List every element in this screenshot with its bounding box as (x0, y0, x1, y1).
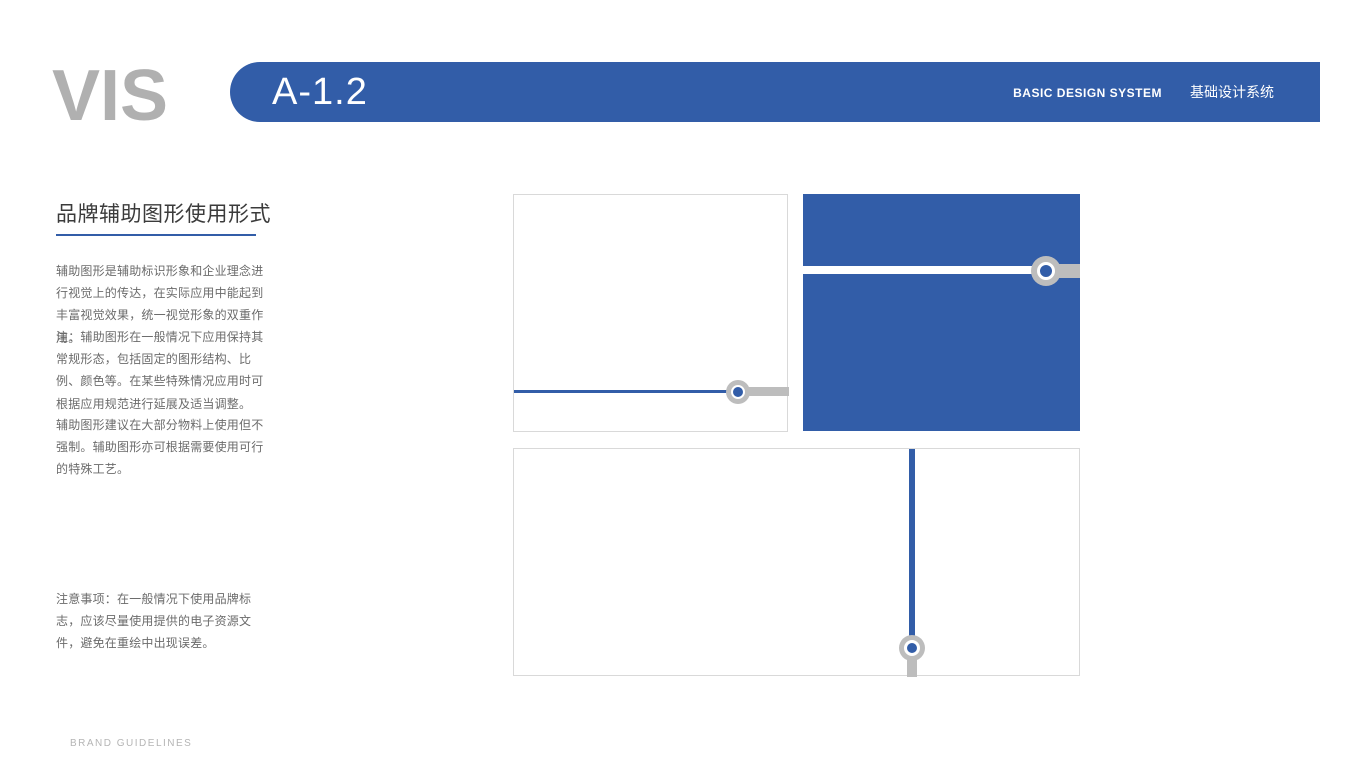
example-panel-vertical (513, 448, 1080, 676)
graphic-blue-block-bottom (803, 274, 1080, 431)
footer-label: BRAND GUIDELINES (70, 738, 192, 749)
paragraph-2: 注：辅助图形在一般情况下应用保持其常规形态，包括固定的图形结构、比例、颜色等。在… (56, 326, 266, 415)
system-label-cn: 基础设计系统 (1190, 82, 1274, 102)
notes: 注意事项：在一般情况下使用品牌标志，应该尽量使用提供的电子资源文件，避免在重绘中… (56, 588, 266, 655)
section-code: A-1.2 (272, 71, 368, 114)
graphic-blue-block-top (803, 194, 1080, 266)
example-panel-horizontal-filled (803, 194, 1080, 431)
graphic-node-icon (1031, 256, 1061, 286)
page: VIS A-1.2 BASIC DESIGN SYSTEM 基础设计系统 品牌辅… (0, 0, 1366, 768)
graphic-node-icon (899, 635, 925, 661)
vis-logo: VIS (52, 60, 168, 132)
example-panel-horizontal-light (513, 194, 788, 432)
paragraph-3: 辅助图形建议在大部分物料上使用但不强制。辅助图形亦可根据需要使用可行的特殊工艺。 (56, 414, 266, 481)
system-label-en: BASIC DESIGN SYSTEM (1013, 86, 1162, 100)
header-right-labels: BASIC DESIGN SYSTEM 基础设计系统 (1013, 82, 1274, 102)
graphic-node-icon (726, 380, 750, 404)
title-underline (56, 234, 256, 236)
graphic-gray-segment (744, 387, 789, 396)
header-bar: A-1.2 BASIC DESIGN SYSTEM 基础设计系统 (230, 62, 1320, 122)
section-title: 品牌辅助图形使用形式 (56, 198, 271, 228)
